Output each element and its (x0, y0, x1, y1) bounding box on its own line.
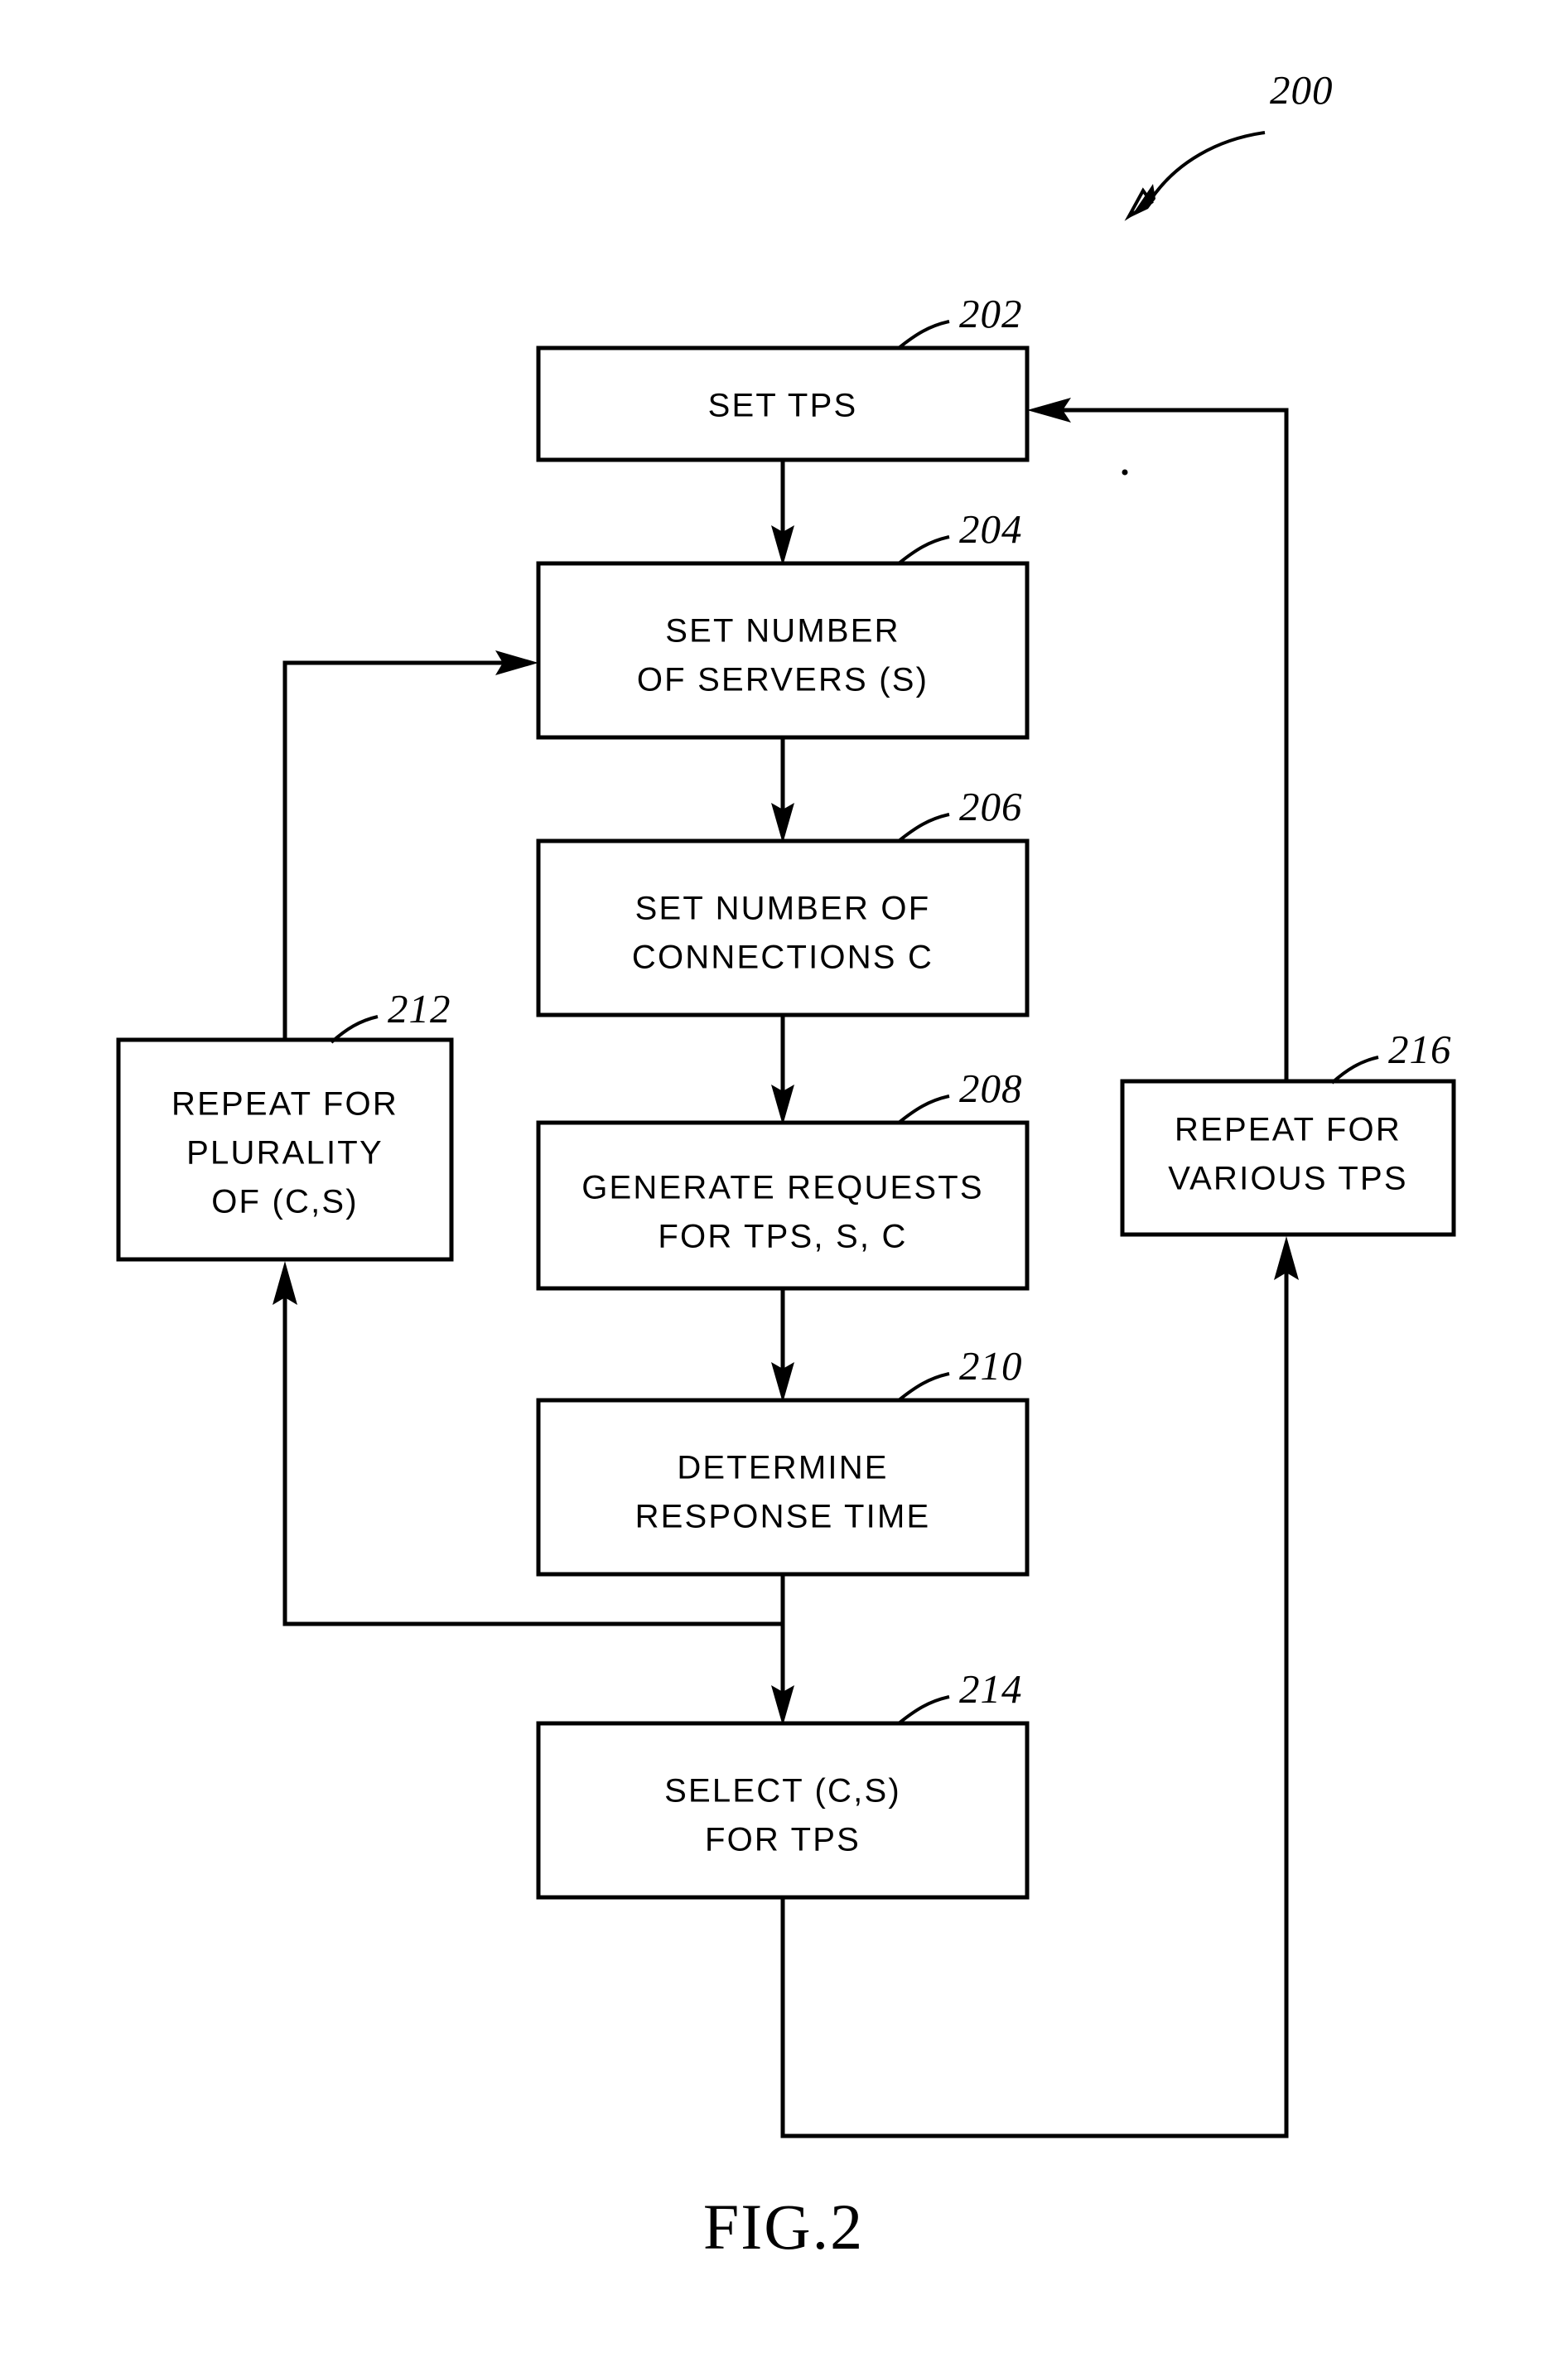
diagram-ref-200-leader (1124, 131, 1266, 221)
node-204-line-1: SET NUMBER (665, 613, 900, 650)
edge-212-to-204 (282, 650, 538, 1040)
node-204-line-2: OF SERVERS (S) (637, 662, 929, 698)
node-216-line-1: REPEAT FOR (1175, 1112, 1402, 1148)
node-212-repeat-for-plurality[interactable]: REPEAT FOR PLURALITY OF (C,S) (116, 1037, 454, 1262)
node-202-set-tps[interactable]: SET TPS (536, 345, 1030, 462)
edge-210-to-214 (771, 1574, 794, 1726)
node-210-line-2: RESPONSE TIME (635, 1499, 931, 1535)
patent-figure-page: 200 SET TPS 202 SET NUMBER OF SERVERS (S… (0, 0, 1568, 2358)
edge-206-to-208 (771, 1015, 794, 1125)
diagram-ref-200: 200 (1270, 67, 1334, 113)
node-216-ref-leader (1330, 1056, 1379, 1085)
node-212-line-1: REPEAT FOR (171, 1086, 398, 1123)
figure-caption: FIG.2 (703, 2191, 864, 2263)
edge-208-to-210 (771, 1288, 794, 1403)
node-214-ref-leader (897, 1695, 950, 1725)
node-214-select-cs-for-tps[interactable]: SELECT (C,S) FOR TPS (536, 1721, 1030, 1900)
node-208-ref: 208 (959, 1065, 1023, 1111)
node-208-generate-requests[interactable]: GENERATE REQUESTS FOR TPS, S, C (536, 1120, 1030, 1291)
node-208-line-1: GENERATE REQUESTS (581, 1170, 984, 1206)
node-210-ref-leader (897, 1372, 950, 1402)
node-210-line-1: DETERMINE (677, 1450, 888, 1486)
node-204-ref: 204 (959, 506, 1023, 552)
node-204-rect[interactable] (536, 561, 1030, 740)
node-214-line-1: SELECT (C,S) (664, 1773, 901, 1810)
node-214-rect[interactable] (536, 1721, 1030, 1900)
node-214-ref: 214 (959, 1666, 1023, 1712)
node-216-ref: 216 (1388, 1027, 1452, 1072)
scan-speck (1122, 469, 1128, 476)
node-212-line-3: OF (C,S) (211, 1184, 359, 1220)
node-202-line-1: SET TPS (708, 388, 858, 424)
node-202-ref: 202 (959, 291, 1023, 336)
node-212-line-2: PLURALITY (186, 1135, 384, 1172)
edge-204-to-206 (771, 737, 794, 843)
node-206-rect[interactable] (536, 838, 1030, 1017)
node-208-ref-leader (897, 1094, 950, 1124)
node-206-ref: 206 (959, 784, 1023, 829)
edge-216-to-202 (1027, 398, 1289, 1081)
node-212-ref: 212 (388, 986, 451, 1032)
node-204-set-number-of-servers[interactable]: SET NUMBER OF SERVERS (S) (536, 561, 1030, 740)
node-216-repeat-for-various-tps[interactable]: REPEAT FOR VARIOUS TPS (1120, 1079, 1456, 1237)
edge-202-to-204 (771, 460, 794, 566)
node-210-rect[interactable] (536, 1398, 1030, 1577)
node-216-rect[interactable] (1120, 1079, 1456, 1237)
flowchart-canvas: 200 SET TPS 202 SET NUMBER OF SERVERS (S… (116, 67, 1456, 2263)
node-210-ref: 210 (959, 1343, 1023, 1389)
node-204-ref-leader (897, 535, 950, 565)
node-208-line-2: FOR TPS, S, C (658, 1219, 907, 1255)
edge-214-to-216 (780, 1236, 1299, 2138)
node-206-line-2: CONNECTIONS C (632, 940, 934, 976)
node-210-determine-response-time[interactable]: DETERMINE RESPONSE TIME (536, 1398, 1030, 1577)
node-216-line-2: VARIOUS TPS (1168, 1161, 1407, 1197)
node-206-ref-leader (897, 813, 950, 843)
node-214-line-2: FOR TPS (705, 1822, 861, 1858)
node-206-line-1: SET NUMBER OF (635, 891, 931, 927)
node-202-ref-leader (897, 320, 950, 350)
node-206-set-number-of-connections[interactable]: SET NUMBER OF CONNECTIONS C (536, 838, 1030, 1017)
